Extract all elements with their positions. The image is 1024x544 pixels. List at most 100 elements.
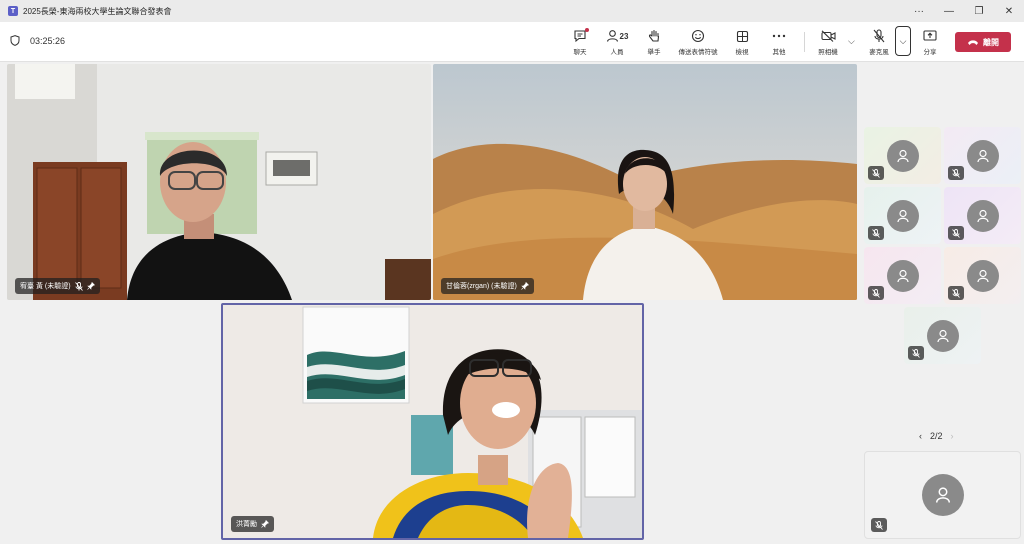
- page-indicator: 2/2: [930, 431, 943, 441]
- share-label: 分享: [923, 49, 937, 56]
- window-controls: ··· — ❐ ✕: [904, 0, 1024, 22]
- mic-muted-icon: [952, 228, 960, 238]
- mic-off-icon: [873, 29, 885, 43]
- person-icon: [896, 269, 909, 282]
- person-icon: [976, 209, 989, 222]
- participant-tile-3[interactable]: [864, 187, 941, 244]
- hand-icon: [648, 29, 659, 42]
- close-window-button[interactable]: ✕: [994, 0, 1024, 22]
- pin-icon: [521, 282, 529, 290]
- pin-icon: [86, 282, 95, 290]
- people-count: 23: [619, 31, 629, 41]
- avatar: [966, 259, 999, 292]
- unread-dot: [585, 28, 589, 32]
- video-tile-2[interactable]: 甘倫蓉(zrgan) (未驗證): [433, 64, 857, 300]
- chevron-down-icon: ⌵: [899, 35, 907, 46]
- react-label: 傳送表情符號: [678, 49, 718, 56]
- participant-video: [7, 64, 431, 300]
- participant-tile-4[interactable]: [944, 187, 1021, 244]
- video-tile-1[interactable]: 宥臺 黃 (未驗證): [7, 64, 431, 300]
- person-icon: [976, 149, 989, 162]
- mic-muted-icon: [74, 281, 83, 291]
- mic-label: 麥克風: [869, 49, 889, 56]
- camera-off-icon: [820, 30, 836, 42]
- person-icon: [896, 149, 909, 162]
- hang-up-icon: [968, 39, 978, 45]
- camera-options-chevron-icon[interactable]: ⌵: [848, 36, 855, 47]
- raise-hand-label: 舉手: [647, 49, 661, 56]
- toolbar-divider: [804, 32, 805, 52]
- shield-icon: [10, 35, 20, 46]
- participant-name: 洪菁勵: [236, 521, 257, 528]
- avatar: [886, 259, 919, 292]
- avatar: [886, 199, 919, 232]
- pin-icon: [261, 520, 269, 528]
- mic-muted-icon: [872, 168, 880, 178]
- teams-icon: T: [8, 6, 18, 16]
- mic-options-button[interactable]: ⌵: [895, 26, 911, 56]
- participant-name-tag: 洪菁勵: [231, 516, 274, 532]
- participant-tile-6[interactable]: [944, 247, 1021, 304]
- leave-label: 離開: [983, 37, 999, 47]
- mic-muted-badge: [868, 286, 884, 300]
- camera-button[interactable]: 照相機: [808, 25, 848, 59]
- participant-tile-7[interactable]: [904, 307, 981, 364]
- people-icon: [606, 30, 618, 42]
- mic-muted-icon: [872, 288, 880, 298]
- self-view-tile[interactable]: [864, 451, 1021, 539]
- mic-muted-icon: [912, 348, 920, 358]
- person-icon: [896, 209, 909, 222]
- next-page-chevron-icon[interactable]: ›: [951, 431, 954, 441]
- participant-tile-1[interactable]: [864, 127, 941, 184]
- video-tile-3[interactable]: 洪菁勵: [221, 303, 644, 540]
- raise-hand-button[interactable]: 舉手: [634, 25, 674, 59]
- participant-tile-5[interactable]: [864, 247, 941, 304]
- meeting-timer: 03:25:26: [10, 35, 65, 46]
- mic-muted-icon: [875, 520, 883, 530]
- more-button[interactable]: 其他: [759, 25, 799, 59]
- mic-muted-icon: [872, 228, 880, 238]
- participant-name: 甘倫蓉(zrgan) (未驗證): [446, 283, 517, 290]
- avatar: [921, 474, 964, 516]
- timer-text: 03:25:26: [30, 35, 66, 46]
- restore-button[interactable]: ❐: [964, 0, 994, 22]
- participant-name-tag: 甘倫蓉(zrgan) (未驗證): [441, 278, 534, 294]
- avatar: [926, 319, 959, 352]
- mic-muted-icon: [952, 168, 960, 178]
- participant-name: 宥臺 黃 (未驗證): [20, 283, 71, 290]
- react-button[interactable]: 傳送表情符號: [678, 25, 718, 59]
- people-button[interactable]: 23 人員: [597, 25, 637, 59]
- window-titlebar: T 2025長榮-東海兩校大學生論文聯合發表會 ··· — ❐ ✕: [0, 0, 1024, 22]
- leave-button[interactable]: 離開: [955, 32, 1011, 52]
- avatar: [886, 139, 919, 172]
- mic-button[interactable]: 麥克風: [859, 25, 899, 59]
- chat-label: 聊天: [573, 49, 587, 56]
- minimize-button[interactable]: —: [934, 0, 964, 22]
- people-label: 人員: [610, 49, 624, 56]
- mic-muted-badge: [868, 226, 884, 240]
- participant-video: [433, 64, 857, 300]
- mic-muted-badge: [948, 166, 964, 180]
- view-label: 檢視: [735, 49, 749, 56]
- view-button[interactable]: 檢視: [722, 25, 762, 59]
- mic-muted-icon: [952, 288, 960, 298]
- participant-tile-2[interactable]: [944, 127, 1021, 184]
- mic-muted-badge: [868, 166, 884, 180]
- more-label: 其他: [772, 49, 786, 56]
- camera-label: 照相機: [818, 49, 838, 56]
- mic-muted-badge: [948, 286, 964, 300]
- gallery-pager: ‹ 2/2 ›: [919, 431, 954, 441]
- window-more-button[interactable]: ···: [904, 0, 934, 22]
- share-button[interactable]: 分享: [910, 25, 950, 59]
- mic-muted-badge: [908, 346, 924, 360]
- avatar: [966, 199, 999, 232]
- participant-name-tag: 宥臺 黃 (未驗證): [15, 278, 100, 294]
- mic-muted-badge: [948, 226, 964, 240]
- avatar: [966, 139, 999, 172]
- grid-view-icon: [736, 30, 748, 42]
- previous-page-chevron-icon[interactable]: ‹: [919, 431, 922, 441]
- mic-muted-badge: [871, 518, 887, 532]
- meeting-toolbar: 03:25:26 聊天 23 人員 舉手 傳送表情符號 檢視 其他 照相機 ⌵ …: [0, 22, 1024, 62]
- chat-button[interactable]: 聊天: [560, 25, 600, 59]
- more-icon: [772, 34, 786, 38]
